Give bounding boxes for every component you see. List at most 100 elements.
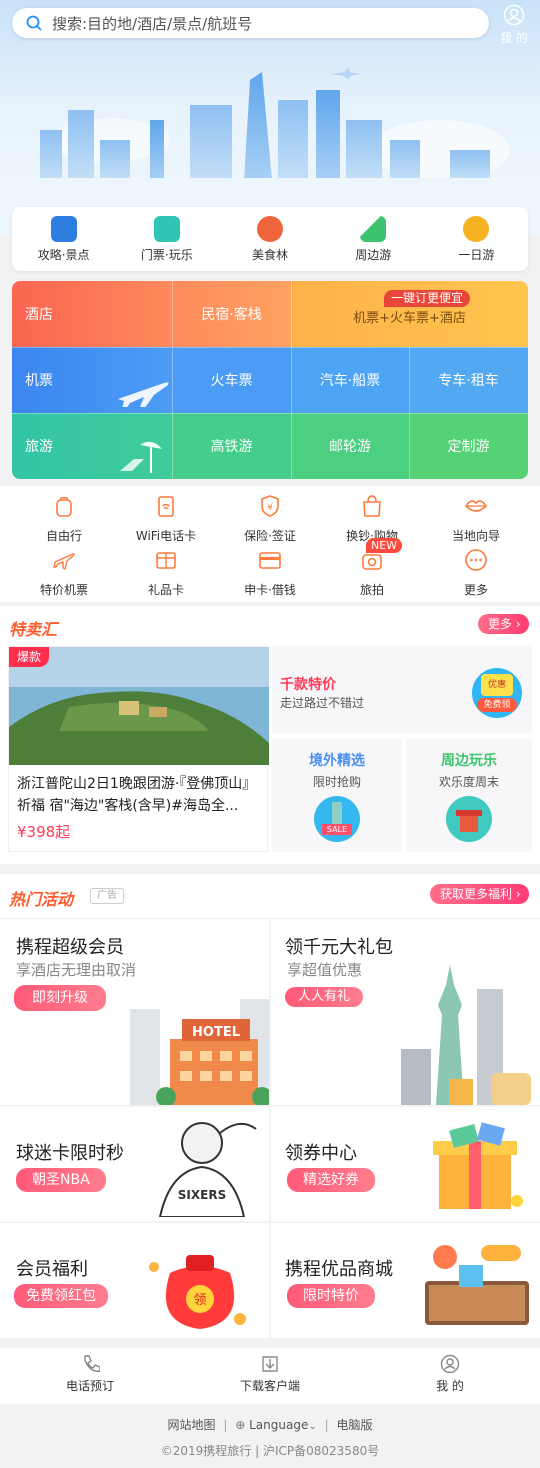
nba-card-tile[interactable]: 球迷卡限时秒 朝圣NBA SIXERS: [0, 1107, 269, 1221]
service-cheap-flight[interactable]: 特价机票: [10, 548, 118, 598]
sale-main-desc: 浙江普陀山2日1晚跟团游·『登佛顶山』祈福 宿"海边"客栈(含早)#海岛全...: [17, 776, 257, 814]
more-label: 更多: [488, 617, 513, 631]
service-exchange-shopping[interactable]: 换钞·购物: [318, 494, 426, 544]
tile-title: 球迷卡限时秒: [16, 1143, 124, 1164]
grid-high-speed[interactable]: 高铁游: [172, 413, 291, 479]
phone-icon: [84, 1355, 101, 1372]
statue-of-liberty-illustration: [401, 965, 531, 1105]
service-wifi-card[interactable]: WiFi电话卡: [112, 494, 220, 544]
statue-shape: [332, 802, 342, 826]
ticket-icon: [153, 216, 180, 242]
download-icon: [262, 1356, 278, 1372]
badge-top: 优惠: [481, 674, 513, 696]
service-label: 特价机票: [39, 583, 88, 597]
credit-card-icon: [259, 552, 281, 569]
service-insurance-visa[interactable]: ¥ 保险·签证: [216, 494, 324, 544]
sitemap-link[interactable]: 网站地图: [168, 1418, 216, 1432]
suitcase-illustration: [425, 1245, 529, 1325]
svg-text:¥: ¥: [267, 503, 273, 513]
gift-button[interactable]: 人人有礼: [285, 987, 364, 1007]
sale-more-button[interactable]: 更多 ›: [478, 614, 529, 634]
nba-button[interactable]: 朝圣NBA: [16, 1168, 106, 1192]
chevron-right-icon: ›: [515, 617, 521, 631]
grid-car-ship[interactable]: 汽车·船票: [291, 347, 409, 413]
quick-item-guide[interactable]: 攻略·景点: [12, 207, 115, 271]
quick-nav: 攻略·景点 门票·玩乐 美食林 周边游 一日游: [12, 207, 528, 271]
abroad-card[interactable]: 境外精选 限时抢购 SALE: [272, 738, 402, 852]
grid-custom[interactable]: 定制游: [409, 413, 528, 479]
premium-mall-tile[interactable]: 携程优品商城 限时特价: [271, 1223, 540, 1338]
tile-title: 领券中心: [285, 1143, 357, 1164]
desktop-link[interactable]: 电脑版: [336, 1418, 372, 1432]
separator: |: [223, 1418, 228, 1432]
promo-badge: 一键订更便宜: [384, 290, 471, 307]
service-gift-card[interactable]: 礼品卡: [112, 548, 220, 598]
chevron-right-icon: ›: [515, 887, 521, 901]
upgrade-button[interactable]: 即刻升级: [14, 985, 106, 1011]
phone-booking-button[interactable]: 电话预订: [0, 1348, 180, 1404]
coupon-button[interactable]: 精选好券: [287, 1168, 375, 1192]
service-label: 申卡·借钱: [244, 583, 296, 597]
nearby-card[interactable]: 周边玩乐 欢乐度周末: [406, 738, 532, 852]
coupon-center-tile[interactable]: 领券中心 精选好券: [271, 1107, 540, 1221]
more-icon: [465, 549, 487, 571]
red-packet-button[interactable]: 免费领红包: [14, 1284, 108, 1308]
divider: [291, 281, 292, 479]
service-label: 当地向导: [451, 529, 500, 543]
quick-label: 攻略·景点: [37, 248, 90, 262]
lucky-bag-illustration: 领: [149, 1255, 246, 1329]
service-free-travel[interactable]: 自由行: [10, 494, 118, 544]
download-app-button[interactable]: 下载客户端: [180, 1348, 360, 1404]
service-local-guide[interactable]: 当地向导: [422, 494, 530, 544]
mall-button[interactable]: 限时特价: [287, 1284, 375, 1308]
tile-title: 领千元大礼包: [285, 937, 393, 958]
grid-label: 旅游: [25, 439, 53, 455]
grid-hotel[interactable]: 酒店: [12, 281, 172, 347]
grid-car-rental[interactable]: 专车·租车: [409, 347, 528, 413]
activity-title: 热门活动: [9, 890, 74, 909]
quick-item-daytrip[interactable]: 一日游: [425, 207, 528, 271]
activity-more-button[interactable]: 获取更多福利 ›: [430, 884, 529, 904]
sale-globe-icon: SALE: [314, 796, 360, 842]
nearby-subtitle: 欢乐度周末: [438, 775, 499, 789]
language-link[interactable]: Language: [249, 1418, 308, 1432]
divider: [12, 413, 528, 414]
guide-lips-icon: [464, 500, 488, 512]
abroad-title: 境外精选: [309, 753, 365, 769]
quick-label: 门票·玩乐: [140, 248, 193, 262]
sale-main-price: ¥398起: [17, 823, 71, 841]
quick-item-food[interactable]: 美食林: [218, 207, 321, 271]
quick-label: 周边游: [355, 248, 392, 262]
service-travel-photo[interactable]: 旅拍 NEW: [318, 538, 426, 598]
sale-main-card[interactable]: 爆款 浙江普陀山2日1晚跟团游·『登佛顶山』祈福 宿"海边"客栈(含早)#海岛全…: [8, 646, 269, 852]
quick-item-tickets[interactable]: 门票·玩乐: [115, 207, 218, 271]
bottom-label: 下载客户端: [239, 1379, 300, 1393]
airplane-icon: [118, 382, 169, 407]
my-account-button[interactable]: 我 的: [360, 1348, 540, 1404]
mine-button[interactable]: 我 的: [496, 4, 532, 45]
grid-flight[interactable]: 机票: [12, 347, 172, 413]
grid-train[interactable]: 火车票: [172, 347, 291, 413]
service-label: 自由行: [45, 529, 82, 543]
gift-pack-tile[interactable]: 领千元大礼包 享超值优惠 人人有礼: [271, 919, 540, 1105]
super-member-tile[interactable]: 携程超级会员 享酒店无理由取消 即刻升级 HOTEL: [0, 919, 269, 1105]
service-more[interactable]: 更多: [422, 548, 530, 598]
grid-label: 高铁游: [210, 439, 253, 455]
deal-card[interactable]: 千款特价 走过路过不错过 优惠 免费领: [272, 646, 532, 734]
gift-card-icon: [156, 552, 176, 569]
member-welfare-tile[interactable]: 会员福利 免费领红包 领: [0, 1223, 269, 1338]
abroad-subtitle: 限时抢购: [312, 775, 361, 789]
grid-homestay[interactable]: 民宿·客栈: [172, 281, 291, 347]
user-icon: [503, 4, 525, 26]
quick-item-nearby[interactable]: 周边游: [322, 207, 425, 271]
quick-label: 美食林: [252, 248, 289, 262]
sun-icon: [463, 216, 490, 242]
wifi-card-icon: [158, 496, 174, 517]
globe-icon: ⊕: [235, 1418, 246, 1432]
grid-cruise[interactable]: 邮轮游: [291, 413, 409, 479]
service-credit-loan[interactable]: 申卡·借钱: [216, 548, 324, 598]
grid-travel[interactable]: 旅游: [12, 413, 172, 479]
search-bar[interactable]: 搜索:目的地/酒店/景点/航班号: [12, 8, 489, 38]
grid-label: 邮轮游: [329, 439, 371, 455]
special-sale-section: 特卖汇 更多 › 爆款 浙江普陀山2日1晚跟团游·『登佛顶山』祈福 宿"海边"客…: [0, 606, 540, 864]
